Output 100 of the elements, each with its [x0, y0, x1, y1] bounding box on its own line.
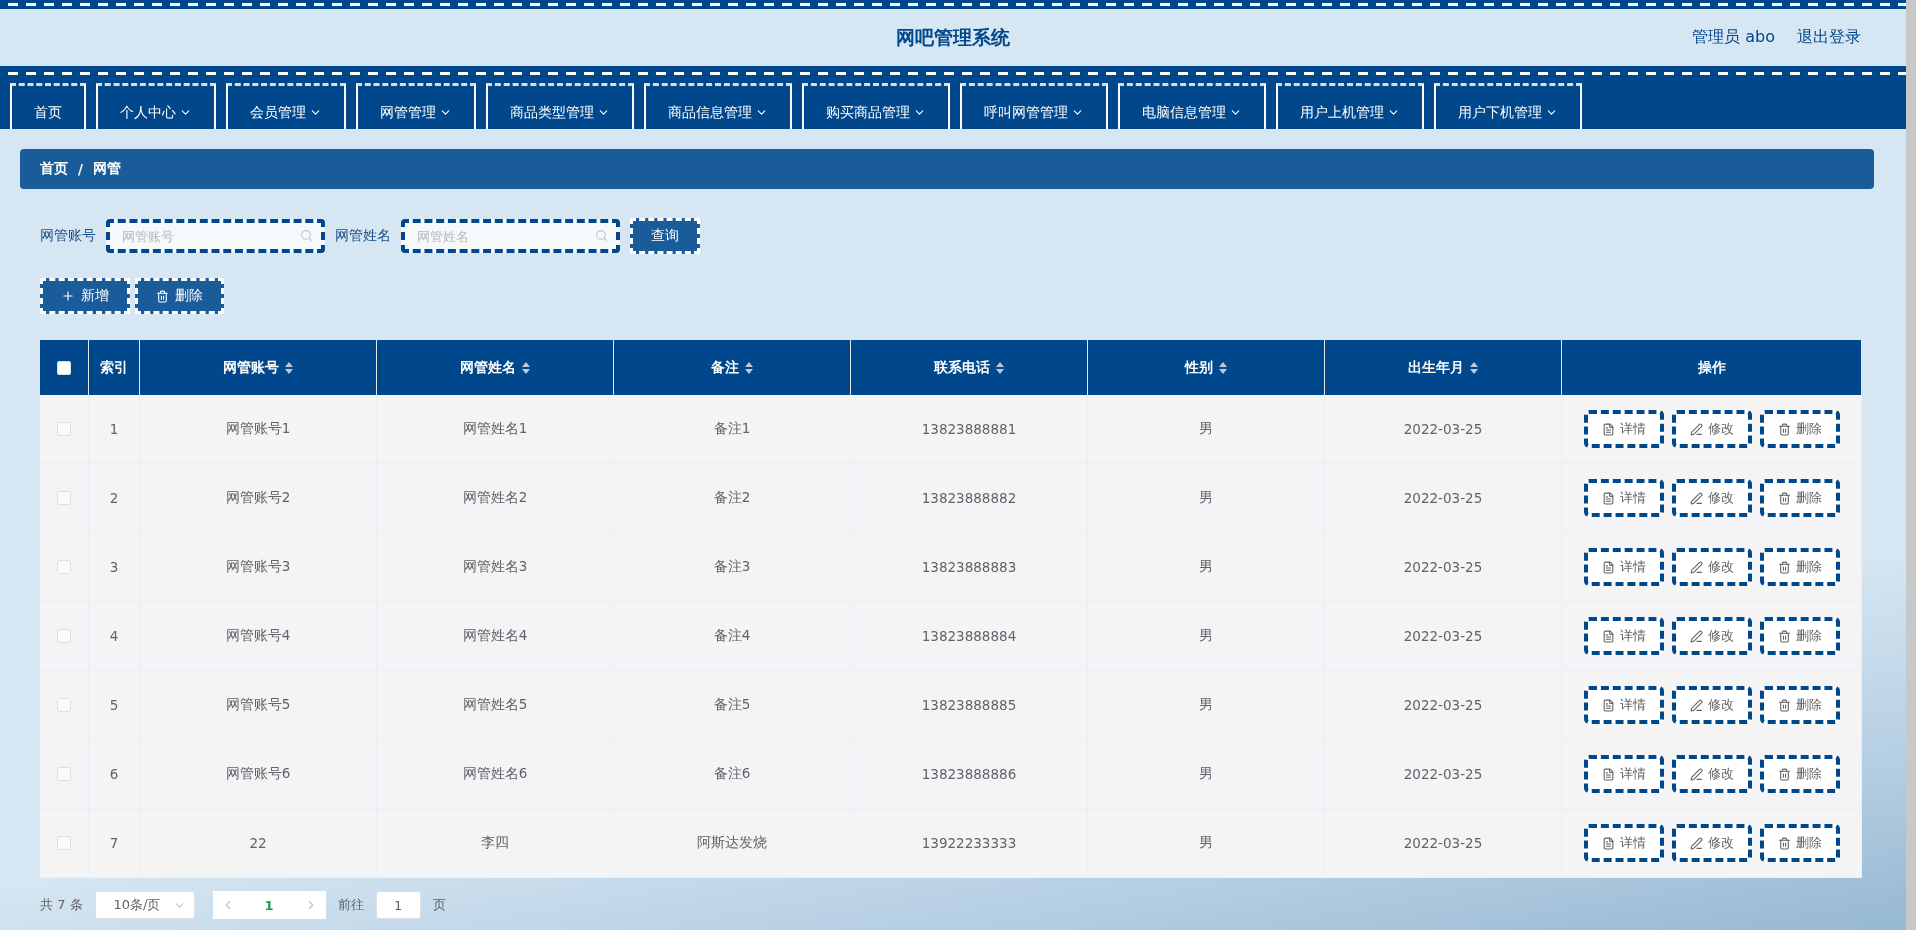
- page-size-select[interactable]: 10条/页: [94, 891, 195, 919]
- nav-tab[interactable]: 用户下机管理: [1434, 83, 1582, 129]
- pencil-icon: [1689, 422, 1703, 436]
- sort-icon[interactable]: [522, 361, 530, 374]
- checkbox[interactable]: [57, 422, 71, 436]
- detail-button[interactable]: 详情: [1583, 617, 1664, 655]
- user-link[interactable]: 管理员 abo: [1692, 27, 1775, 48]
- delete-button[interactable]: 删除: [1759, 824, 1840, 862]
- checkbox[interactable]: [57, 629, 71, 643]
- column-title: 联系电话: [934, 358, 990, 377]
- table-cell: 13922233333: [851, 809, 1088, 878]
- delete-button[interactable]: 删除: [1759, 686, 1840, 724]
- add-button[interactable]: 新增: [40, 278, 130, 314]
- pencil-icon: [1689, 560, 1703, 574]
- table-cell: 备注1: [614, 395, 851, 464]
- breadcrumb-item[interactable]: 首页: [40, 160, 68, 178]
- sort-icon[interactable]: [1219, 361, 1227, 374]
- detail-button[interactable]: 详情: [1583, 548, 1664, 586]
- document-icon: [1601, 698, 1615, 712]
- nav-tab[interactable]: 网管管理: [356, 83, 476, 129]
- table-cell: 男: [1088, 671, 1325, 740]
- pencil-icon: [1689, 767, 1703, 781]
- trash-icon: [1777, 836, 1791, 850]
- checkbox[interactable]: [57, 491, 71, 505]
- table-cell: 备注6: [614, 740, 851, 809]
- edit-button[interactable]: 修改: [1671, 479, 1752, 517]
- column-title: 网管姓名: [460, 358, 516, 377]
- search-field[interactable]: 网管姓名: [401, 219, 620, 253]
- edit-button[interactable]: 修改: [1671, 755, 1752, 793]
- edit-button[interactable]: 修改: [1671, 548, 1752, 586]
- edit-button[interactable]: 修改: [1671, 824, 1752, 862]
- table-cell: 备注3: [614, 533, 851, 602]
- table-cell: 网管账号2: [140, 464, 377, 533]
- nav-tab[interactable]: 电脑信息管理: [1118, 83, 1266, 129]
- nav-tab[interactable]: 用户上机管理: [1276, 83, 1424, 129]
- nav-tab[interactable]: 会员管理: [226, 83, 346, 129]
- table-cell: 网管姓名1: [377, 395, 614, 464]
- query-button[interactable]: 查询: [630, 218, 700, 254]
- trash-icon: [1777, 560, 1791, 574]
- delete-button[interactable]: 删除: [1759, 410, 1840, 448]
- nav-tab[interactable]: 购买商品管理: [802, 83, 950, 129]
- delete-button[interactable]: 删除: [1759, 548, 1840, 586]
- table-cell: 网管账号3: [140, 533, 377, 602]
- nav-tab[interactable]: 商品类型管理: [486, 83, 634, 129]
- edit-button[interactable]: 修改: [1671, 410, 1752, 448]
- table-cell: 网管账号5: [140, 671, 377, 740]
- table-cell: 网管账号6: [140, 740, 377, 809]
- edit-button[interactable]: 修改: [1671, 686, 1752, 724]
- checkbox[interactable]: [57, 836, 71, 850]
- detail-button[interactable]: 详情: [1583, 410, 1664, 448]
- logout-link[interactable]: 退出登录: [1797, 27, 1861, 48]
- pencil-icon: [1689, 491, 1703, 505]
- delete-button[interactable]: 删除: [1759, 479, 1840, 517]
- plus-icon: [61, 289, 75, 303]
- search-field[interactable]: 网管账号: [106, 219, 325, 253]
- nav-tab[interactable]: 呼叫网管管理: [960, 83, 1108, 129]
- goto-field[interactable]: 1: [375, 891, 421, 919]
- goto-label: 前往: [337, 896, 364, 914]
- pencil-icon: [1689, 836, 1703, 850]
- detail-button[interactable]: 详情: [1583, 755, 1664, 793]
- table-cell: 网管姓名5: [377, 671, 614, 740]
- detail-button[interactable]: 详情: [1583, 824, 1664, 862]
- total-count: 共 7 条: [40, 896, 83, 914]
- pencil-icon: [1689, 629, 1703, 643]
- delete-button[interactable]: 删除: [1759, 755, 1840, 793]
- checkbox[interactable]: [57, 767, 71, 781]
- field-label: 网管姓名: [335, 227, 391, 245]
- table-cell: 13823888886: [851, 740, 1088, 809]
- table-cell: 6: [89, 740, 140, 809]
- sort-icon[interactable]: [745, 361, 753, 374]
- table-cell: 备注5: [614, 671, 851, 740]
- detail-button[interactable]: 详情: [1583, 686, 1664, 724]
- sort-icon[interactable]: [1470, 361, 1478, 374]
- checkbox[interactable]: [57, 698, 71, 712]
- nav-tab[interactable]: 商品信息管理: [644, 83, 792, 129]
- table-cell: 男: [1088, 395, 1325, 464]
- nav-tab[interactable]: 个人中心: [96, 83, 216, 129]
- table-cell: 13823888882: [851, 464, 1088, 533]
- nav-tab[interactable]: 首页: [10, 83, 86, 129]
- table-cell: 2022-03-25: [1325, 464, 1562, 533]
- checkbox[interactable]: [57, 360, 71, 375]
- table-cell: 3: [89, 533, 140, 602]
- column-title: 操作: [1697, 358, 1726, 377]
- delete-button[interactable]: 删除: [135, 278, 224, 314]
- column-title: 索引: [100, 358, 128, 377]
- trash-icon: [1777, 629, 1791, 643]
- table-cell: 1: [89, 395, 140, 464]
- table-cell: 网管姓名4: [377, 602, 614, 671]
- sort-icon[interactable]: [996, 361, 1004, 374]
- delete-button[interactable]: 删除: [1759, 617, 1840, 655]
- sort-icon[interactable]: [285, 361, 293, 374]
- trash-icon: [1777, 422, 1791, 436]
- table-cell: 备注2: [614, 464, 851, 533]
- document-icon: [1601, 560, 1615, 574]
- detail-button[interactable]: 详情: [1583, 479, 1664, 517]
- app-title: 网吧管理系统: [896, 24, 1010, 50]
- breadcrumb-item[interactable]: 网管: [92, 160, 121, 178]
- edit-button[interactable]: 修改: [1671, 617, 1752, 655]
- checkbox[interactable]: [57, 560, 71, 574]
- document-icon: [1601, 629, 1615, 643]
